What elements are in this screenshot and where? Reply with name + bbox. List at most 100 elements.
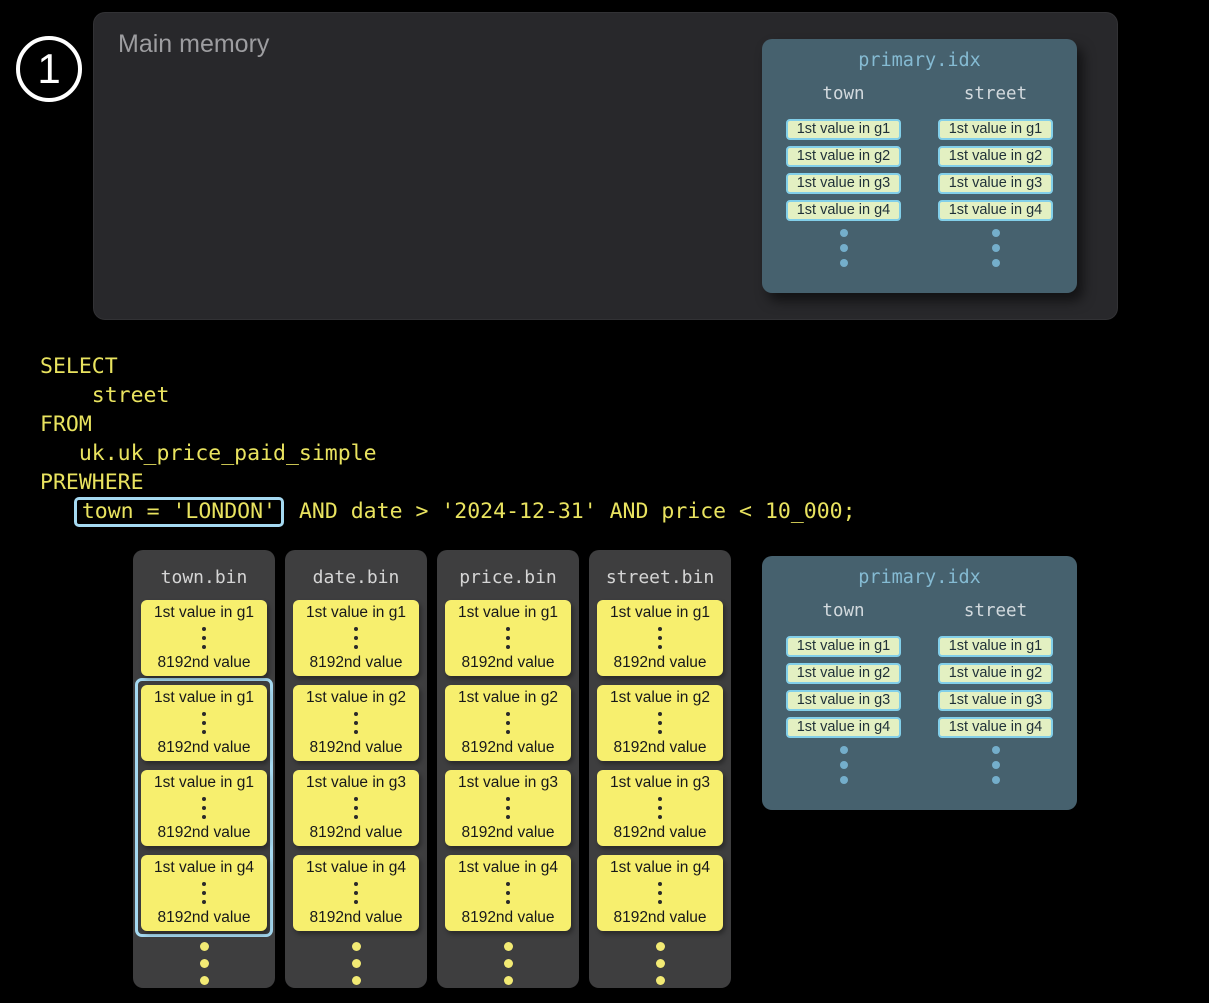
granule-block: 1st value in g38192nd value	[293, 770, 419, 846]
ellipsis-dot-icon	[354, 636, 358, 640]
sql-line: FROM	[40, 410, 856, 439]
column-file-box: street.bin 1st value in g18192nd value 1st…	[589, 550, 731, 988]
ellipsis-dot-icon	[506, 627, 510, 631]
ellipsis-dot-icon	[656, 959, 665, 968]
ellipsis-dot-icon	[658, 882, 662, 886]
index-entry-chip: 1st value in g1	[938, 119, 1053, 140]
ellipsis-dot-icon	[658, 891, 662, 895]
granule-ellipsis	[202, 627, 206, 649]
granule-ellipsis	[658, 627, 662, 649]
ellipsis-dot-icon	[354, 627, 358, 631]
ellipsis-dot-icon	[658, 627, 662, 631]
granule-last-value: 8192nd value	[157, 909, 250, 927]
ellipsis-dot-icon	[202, 627, 206, 631]
column-file-header: street.bin	[589, 567, 731, 588]
granule-block: 1st value in g18192nd value	[597, 600, 723, 676]
ellipsis-dot-icon	[202, 636, 206, 640]
granule-block: 1st value in g18192nd value	[141, 600, 267, 676]
main-memory-label: Main memory	[118, 30, 269, 59]
index-column: town1st value in g11st value in g21st va…	[786, 84, 901, 267]
ellipsis-dot-icon	[200, 942, 209, 951]
granule-last-value: 8192nd value	[309, 654, 402, 672]
granule-first-value: 1st value in g3	[306, 774, 406, 792]
ellipsis-dot-icon	[840, 746, 848, 754]
ellipsis-dot-icon	[506, 645, 510, 649]
index-column: street1st value in g11st value in g21st …	[938, 601, 1053, 784]
ellipsis-dot-icon	[992, 229, 1000, 237]
sql-text: PREWHERE	[40, 468, 144, 497]
granule-ellipsis	[506, 627, 510, 649]
sql-text: SELECT	[40, 352, 118, 381]
granule-last-value: 8192nd value	[157, 739, 250, 757]
index-entry-chip: 1st value in g1	[938, 636, 1053, 657]
sql-line: street	[40, 381, 856, 410]
ellipsis-dot-icon	[202, 645, 206, 649]
granule-block: 1st value in g28192nd value	[445, 685, 571, 761]
sql-line: uk.uk_price_paid_simple	[40, 439, 856, 468]
column-file-header: date.bin	[285, 567, 427, 588]
column-file-header: town.bin	[133, 567, 275, 588]
index-ellipsis	[786, 229, 901, 267]
index-column: town1st value in g11st value in g21st va…	[786, 601, 901, 784]
ellipsis-dot-icon	[840, 244, 848, 252]
ellipsis-dot-icon	[506, 815, 510, 819]
granule-ellipsis	[202, 712, 206, 734]
ellipsis-dot-icon	[354, 900, 358, 904]
index-ellipsis	[938, 229, 1053, 267]
index-entry-chip: 1st value in g4	[938, 717, 1053, 738]
sql-text: street	[40, 381, 169, 410]
granule-last-value: 8192nd value	[461, 909, 554, 927]
ellipsis-dot-icon	[202, 730, 206, 734]
ellipsis-dot-icon	[200, 959, 209, 968]
ellipsis-dot-icon	[354, 882, 358, 886]
column-ellipsis	[437, 942, 579, 985]
granule-ellipsis	[506, 712, 510, 734]
ellipsis-dot-icon	[658, 712, 662, 716]
index-entry-chip: 1st value in g3	[938, 690, 1053, 711]
index-column-header: town	[786, 84, 901, 104]
index-entry-chip: 1st value in g2	[938, 146, 1053, 167]
granule-block: 1st value in g18192nd value	[293, 600, 419, 676]
sql-line: SELECT	[40, 352, 856, 381]
ellipsis-dot-icon	[354, 891, 358, 895]
ellipsis-dot-icon	[506, 721, 510, 725]
granule-first-value: 1st value in g2	[306, 689, 406, 707]
ellipsis-dot-icon	[658, 730, 662, 734]
primary-idx-columns: town 1st value in g1 1st value in g2 1st va…	[762, 84, 1077, 267]
granule-last-value: 8192nd value	[613, 654, 706, 672]
ellipsis-dot-icon	[992, 761, 1000, 769]
ellipsis-dot-icon	[506, 797, 510, 801]
ellipsis-dot-icon	[506, 882, 510, 886]
index-column-header: street	[938, 601, 1053, 621]
ellipsis-dot-icon	[656, 942, 665, 951]
ellipsis-dot-icon	[202, 721, 206, 725]
granule-ellipsis	[354, 712, 358, 734]
granule-ellipsis	[354, 882, 358, 904]
ellipsis-dot-icon	[506, 636, 510, 640]
column-ellipsis	[133, 942, 275, 985]
ellipsis-dot-icon	[992, 776, 1000, 784]
ellipsis-dot-icon	[504, 959, 513, 968]
granule-ellipsis	[354, 797, 358, 819]
granule-first-value: 1st value in g4	[610, 859, 710, 877]
granule-first-value: 1st value in g3	[610, 774, 710, 792]
ellipsis-dot-icon	[506, 712, 510, 716]
ellipsis-dot-icon	[658, 645, 662, 649]
granule-first-value: 1st value in g1	[154, 689, 254, 707]
ellipsis-dot-icon	[658, 636, 662, 640]
ellipsis-dot-icon	[354, 730, 358, 734]
sql-text: uk.uk_price_paid_simple	[40, 439, 377, 468]
index-column-header: street	[938, 84, 1053, 104]
ellipsis-dot-icon	[658, 797, 662, 801]
ellipsis-dot-icon	[202, 797, 206, 801]
sql-text: FROM	[40, 410, 92, 439]
granule-first-value: 1st value in g4	[154, 859, 254, 877]
granule-ellipsis	[658, 797, 662, 819]
index-entry-chip: 1st value in g4	[786, 200, 901, 221]
ellipsis-dot-icon	[354, 806, 358, 810]
granule-last-value: 8192nd value	[613, 824, 706, 842]
ellipsis-dot-icon	[506, 891, 510, 895]
index-entry-chip: 1st value in g4	[786, 717, 901, 738]
granule-last-value: 8192nd value	[461, 824, 554, 842]
ellipsis-dot-icon	[352, 976, 361, 985]
